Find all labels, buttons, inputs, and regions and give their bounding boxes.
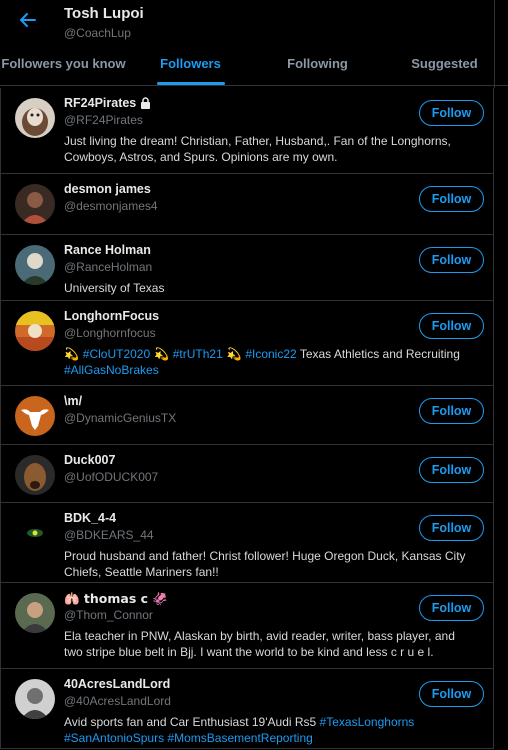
user-name[interactable]: RF24Pirates: [64, 96, 151, 110]
hashtag-link[interactable]: #MomsBasementReporting: [167, 731, 312, 745]
user-handle[interactable]: @desmonjames4: [64, 199, 158, 213]
user-handle[interactable]: @Longhornfocus: [64, 326, 156, 340]
user-name[interactable]: BDK_4-4: [64, 511, 116, 525]
follower-tabs: Followers you know Followers Following S…: [0, 46, 508, 86]
user-name[interactable]: 🫁 thomas c 🦑: [64, 591, 168, 607]
user-handle[interactable]: @UofODUCK007: [64, 470, 158, 484]
follow-button[interactable]: Follow: [419, 457, 484, 483]
hashtag-link[interactable]: #trUTh21: [173, 347, 223, 361]
tab-following[interactable]: Following: [254, 46, 381, 85]
hashtag-link[interactable]: #CloUT2020: [83, 347, 150, 361]
user-name[interactable]: desmon james: [64, 182, 151, 196]
user-cell[interactable]: Rance Holman @RanceHolman University of …: [1, 235, 493, 301]
tab-followers-you-know[interactable]: Followers you know: [0, 46, 127, 85]
hashtag-link[interactable]: #SanAntonioSpurs: [64, 731, 164, 745]
user-cell[interactable]: \m/ @DynamicGeniusTX Follow: [1, 386, 493, 445]
avatar[interactable]: [15, 513, 55, 553]
avatar[interactable]: [15, 311, 55, 351]
lock-icon: [141, 97, 151, 109]
follow-button[interactable]: Follow: [419, 681, 484, 707]
follow-button[interactable]: Follow: [419, 595, 484, 621]
user-handle[interactable]: @Thom_Connor: [64, 608, 153, 622]
follow-button[interactable]: Follow: [419, 313, 484, 339]
user-name[interactable]: Duck007: [64, 453, 115, 467]
user-handle[interactable]: @RanceHolman: [64, 260, 152, 274]
user-bio: Ela teacher in PNW, Alaskan by birth, av…: [64, 629, 455, 659]
profile-name: Tosh Lupoi: [64, 5, 144, 22]
avatar[interactable]: [15, 679, 55, 719]
user-cell[interactable]: RF24Pirates @RF24Pirates Just living the…: [1, 88, 493, 174]
follow-button[interactable]: Follow: [419, 186, 484, 212]
back-arrow-icon[interactable]: [18, 10, 38, 30]
avatar[interactable]: [15, 455, 55, 495]
follow-button[interactable]: Follow: [419, 515, 484, 541]
user-cell[interactable]: LonghornFocus @Longhornfocus 💫 #CloUT202…: [1, 301, 493, 386]
avatar[interactable]: [15, 593, 55, 633]
tab-suggested[interactable]: Suggested: [381, 46, 508, 85]
user-bio: Just living the dream! Christian, Father…: [64, 134, 451, 164]
user-handle[interactable]: @RF24Pirates: [64, 113, 143, 127]
hashtag-link[interactable]: #AllGasNoBrakes: [64, 363, 159, 377]
user-cell[interactable]: 40AcresLandLord @40AcresLandLord Avid sp…: [1, 669, 493, 749]
user-cell[interactable]: Duck007 @UofODUCK007 Follow: [1, 445, 493, 503]
user-bio: Avid sports fan and Car Enthusiast 19'Au…: [64, 715, 415, 745]
avatar[interactable]: [15, 245, 55, 285]
user-name[interactable]: 40AcresLandLord: [64, 677, 170, 691]
user-handle[interactable]: @BDKEARS_44: [64, 528, 154, 542]
user-cell[interactable]: desmon james @desmonjames4 Follow: [1, 174, 493, 235]
avatar[interactable]: [15, 98, 55, 138]
user-handle[interactable]: @DynamicGeniusTX: [64, 411, 176, 425]
avatar[interactable]: [15, 184, 55, 224]
user-name[interactable]: Rance Holman: [64, 243, 151, 257]
follow-button[interactable]: Follow: [419, 398, 484, 424]
user-bio: University of Texas: [64, 281, 165, 295]
user-cell[interactable]: 🫁 thomas c 🦑 @Thom_Connor Ela teacher in…: [1, 583, 493, 669]
follow-button[interactable]: Follow: [419, 100, 484, 126]
hashtag-link[interactable]: #TexasLonghorns: [320, 715, 415, 729]
follow-button[interactable]: Follow: [419, 247, 484, 273]
user-name[interactable]: LonghornFocus: [64, 309, 159, 323]
profile-handle: @CoachLup: [64, 26, 131, 40]
profile-header: Tosh Lupoi @CoachLup Followers you know …: [0, 0, 508, 88]
avatar[interactable]: [15, 396, 55, 436]
follower-list: RF24Pirates @RF24Pirates Just living the…: [0, 88, 494, 749]
column-divider: [494, 0, 495, 88]
user-bio: Proud husband and father! Christ followe…: [64, 549, 466, 579]
user-handle[interactable]: @40AcresLandLord: [64, 694, 171, 708]
hashtag-link[interactable]: #Iconic22: [245, 347, 296, 361]
user-cell[interactable]: BDK_4-4 @BDKEARS_44 Proud husband and fa…: [1, 503, 493, 583]
user-bio: 💫 #CloUT2020 💫 #trUTh21 💫 #Iconic22 Texa…: [64, 347, 460, 377]
user-name[interactable]: \m/: [64, 394, 82, 408]
tab-followers[interactable]: Followers: [127, 46, 254, 85]
